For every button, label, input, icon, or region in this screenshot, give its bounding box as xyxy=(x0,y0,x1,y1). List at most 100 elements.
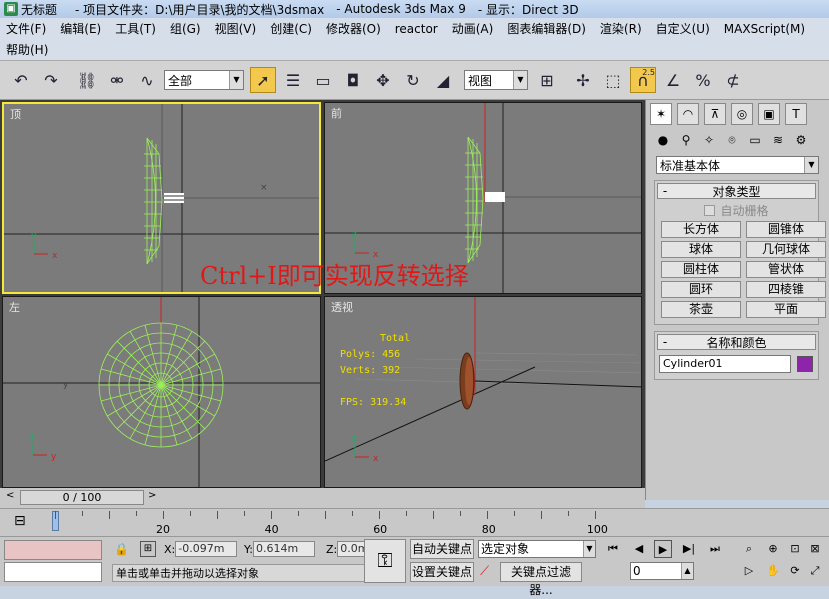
display-tab-icon[interactable]: ▣ xyxy=(758,103,780,125)
snap-toggle-icon[interactable]: ∩ 2.5 xyxy=(630,67,656,93)
viewport-front-label[interactable]: 前 xyxy=(331,105,342,121)
geometry-icon[interactable]: ● xyxy=(654,131,672,149)
maxscript-listener[interactable] xyxy=(4,540,102,560)
key-mode-icon[interactable]: ⚿ xyxy=(364,539,406,583)
object-color-swatch[interactable] xyxy=(797,356,813,372)
viewport-perspective-label[interactable]: 透视 xyxy=(331,299,353,315)
zoom-all-icon[interactable]: ⊕ xyxy=(764,540,782,558)
x-value[interactable]: -0.097m xyxy=(175,541,238,557)
menu-item[interactable]: 图表编辑器(D) xyxy=(507,20,586,37)
chevron-right-icon[interactable]: > xyxy=(148,490,156,501)
scale-icon[interactable]: ◢ xyxy=(430,67,456,93)
select-object-icon[interactable]: ➚ xyxy=(250,67,276,93)
primitive-button[interactable]: 平面 xyxy=(746,301,826,318)
menu-item[interactable]: 自定义(U) xyxy=(656,20,710,37)
current-frame-spinner[interactable]: 0 ▲ xyxy=(630,562,694,580)
helpers-icon[interactable]: ▭ xyxy=(746,131,764,149)
cameras-icon[interactable]: ⌾ xyxy=(723,131,741,149)
primitive-button[interactable]: 长方体 xyxy=(661,221,741,238)
y-value[interactable]: 0.614m xyxy=(252,541,315,557)
undo-icon[interactable]: ↶ xyxy=(8,67,34,93)
viewport-perspective[interactable]: z x 透视 Total Polys: 456 Verts: 392 FPS: … xyxy=(324,296,642,488)
goto-end-icon[interactable]: ⏭ xyxy=(706,540,724,558)
menu-item[interactable]: 组(G) xyxy=(170,20,201,37)
autogrid-checkbox[interactable]: 自动栅格 xyxy=(655,201,818,219)
zoom-extents-icon[interactable]: ⊡ xyxy=(786,540,804,558)
menu-item[interactable]: 工具(T) xyxy=(115,20,156,37)
key-target-dropdown[interactable]: 选定对象 ▼ xyxy=(478,540,596,558)
goto-start-icon[interactable]: ⏮ xyxy=(604,540,622,558)
zoom-extents-all-icon[interactable]: ⊠ xyxy=(806,540,824,558)
zoom-icon[interactable]: ⌕ xyxy=(740,540,758,558)
create-tab-icon[interactable]: ✶ xyxy=(650,103,672,125)
hierarchy-tab-icon[interactable]: ⊼ xyxy=(704,103,726,125)
modify-tab-icon[interactable]: ◠ xyxy=(677,103,699,125)
move-icon[interactable]: ✥ xyxy=(370,67,396,93)
field-of-view-icon[interactable]: ▷ xyxy=(740,562,758,580)
set-key-button[interactable]: 设置关键点 xyxy=(410,562,474,582)
shapes-icon[interactable]: ⚲ xyxy=(677,131,695,149)
lights-icon[interactable]: ✧ xyxy=(700,131,718,149)
arc-rotate-icon[interactable]: ⟳ xyxy=(786,562,804,580)
menu-item[interactable]: reactor xyxy=(395,22,438,36)
redo-icon[interactable]: ↷ xyxy=(38,67,64,93)
select-by-name-icon[interactable]: ☰ xyxy=(280,67,306,93)
primitive-button[interactable]: 茶壶 xyxy=(661,301,741,318)
next-frame-icon[interactable]: ▶| xyxy=(680,540,698,558)
unlink-icon[interactable]: ⚮ xyxy=(104,67,130,93)
key-filters-button[interactable]: 关键点过滤器... xyxy=(500,562,582,597)
time-slider[interactable]: 0 / 100 xyxy=(20,490,144,505)
pan-icon[interactable]: ✋ xyxy=(764,562,782,580)
pivot-center-icon[interactable]: ⊞ xyxy=(534,67,560,93)
key-tangent-icon[interactable]: ⟋ xyxy=(480,564,489,579)
track-bar[interactable]: ⊟ 20 40 60 80 100 xyxy=(0,508,829,536)
play-icon[interactable]: ▶ xyxy=(654,540,672,558)
absolute-mode-icon[interactable]: ⊞ xyxy=(140,541,156,557)
spacewarps-icon[interactable]: ≋ xyxy=(769,131,787,149)
spinner-snap-icon[interactable]: ⊄ xyxy=(720,67,746,93)
menu-item[interactable]: 修改器(O) xyxy=(326,20,381,37)
motion-tab-icon[interactable]: ◎ xyxy=(731,103,753,125)
chevron-left-icon[interactable]: < xyxy=(6,490,14,501)
menu-item[interactable]: 动画(A) xyxy=(452,20,494,37)
menu-item[interactable]: MAXScript(M) xyxy=(724,22,805,36)
window-crossing-icon[interactable]: ◘ xyxy=(340,67,366,93)
menu-item[interactable]: 编辑(E) xyxy=(60,20,101,37)
menu-item[interactable]: 视图(V) xyxy=(215,20,257,37)
name-color-header[interactable]: - 名称和颜色 xyxy=(657,334,816,350)
primitive-button[interactable]: 几何球体 xyxy=(746,241,826,258)
menu-item[interactable]: 文件(F) xyxy=(6,20,46,37)
utilities-tab-icon[interactable]: T xyxy=(785,103,807,125)
lock-icon[interactable]: 🔒 xyxy=(114,542,129,556)
menu-item[interactable]: 帮助(H) xyxy=(6,41,48,58)
rectangle-selection-icon[interactable]: ▭ xyxy=(310,67,336,93)
z-value[interactable]: 0.0m xyxy=(337,541,368,557)
primitive-button[interactable]: 球体 xyxy=(661,241,741,258)
primitive-button[interactable]: 圆锥体 xyxy=(746,221,826,238)
maximize-viewport-icon[interactable]: ⤢ xyxy=(806,562,824,580)
reference-coord-dropdown[interactable]: 视图 ▼ xyxy=(464,70,528,90)
select-manipulate-icon[interactable]: ✢ xyxy=(570,67,596,93)
viewport-top-label[interactable]: 顶 xyxy=(10,106,21,122)
primitive-button[interactable]: 四棱锥 xyxy=(746,281,826,298)
rotate-icon[interactable]: ↻ xyxy=(400,67,426,93)
keyboard-shortcut-icon[interactable]: ⬚ xyxy=(600,67,626,93)
auto-key-button[interactable]: 自动关键点 xyxy=(410,539,474,559)
primitive-button[interactable]: 圆柱体 xyxy=(661,261,741,278)
angle-snap-icon[interactable]: ∠ xyxy=(660,67,686,93)
geometry-category-dropdown[interactable]: 标准基本体 ▼ xyxy=(656,156,819,174)
percent-snap-icon[interactable]: % xyxy=(690,67,716,93)
selection-filter-dropdown[interactable]: 全部 ▼ xyxy=(164,70,244,90)
bind-spacewarp-icon[interactable]: ∿ xyxy=(134,67,160,93)
object-name-input[interactable]: Cylinder01 xyxy=(659,355,791,373)
curve-editor-icon[interactable]: ⊟ xyxy=(14,513,26,529)
viewport-left-label[interactable]: 左 xyxy=(9,299,20,315)
object-type-header[interactable]: - 对象类型 xyxy=(657,183,816,199)
menu-item[interactable]: 渲染(R) xyxy=(600,20,642,37)
primitive-button[interactable]: 圆环 xyxy=(661,281,741,298)
primitive-button[interactable]: 管状体 xyxy=(746,261,826,278)
link-icon[interactable]: ⛓ xyxy=(74,67,100,93)
menu-item[interactable]: 创建(C) xyxy=(270,20,312,37)
viewport-left[interactable]: z y y 左 xyxy=(2,296,321,488)
systems-icon[interactable]: ⚙ xyxy=(792,131,810,149)
